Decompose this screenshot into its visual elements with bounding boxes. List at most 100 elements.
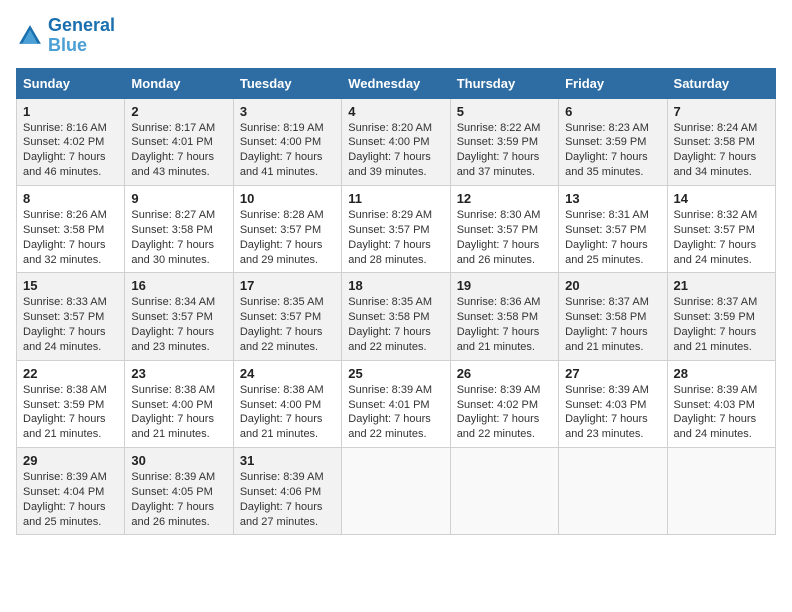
calendar-cell: 13 Sunrise: 8:31 AM Sunset: 3:57 PM Dayl…	[559, 185, 667, 272]
cell-content: Sunrise: 8:39 AM Sunset: 4:05 PM Dayligh…	[131, 470, 226, 529]
daylight-label: Daylight: 7 hours	[23, 501, 106, 513]
sunset-label: Sunset: 3:57 PM	[457, 224, 538, 236]
calendar-cell	[450, 448, 558, 535]
daylight-label: Daylight: 7 hours	[674, 151, 757, 163]
cell-content: Sunrise: 8:36 AM Sunset: 3:58 PM Dayligh…	[457, 295, 552, 354]
sunrise-label: Sunrise: 8:28 AM	[240, 209, 324, 221]
day-number: 19	[457, 278, 552, 293]
daylight-label: Daylight: 7 hours	[23, 239, 106, 251]
calendar-cell: 27 Sunrise: 8:39 AM Sunset: 4:03 PM Dayl…	[559, 360, 667, 447]
calendar-body: 1 Sunrise: 8:16 AM Sunset: 4:02 PM Dayli…	[17, 98, 776, 535]
cell-content: Sunrise: 8:35 AM Sunset: 3:57 PM Dayligh…	[240, 295, 335, 354]
daylight-label: Daylight: 7 hours	[131, 239, 214, 251]
calendar-cell: 16 Sunrise: 8:34 AM Sunset: 3:57 PM Dayl…	[125, 273, 233, 360]
calendar-cell	[559, 448, 667, 535]
sunset-label: Sunset: 4:01 PM	[131, 136, 212, 148]
daylight-minutes: and 46 minutes.	[23, 166, 101, 178]
daylight-minutes: and 29 minutes.	[240, 254, 318, 266]
sunrise-label: Sunrise: 8:17 AM	[131, 122, 215, 134]
sunset-label: Sunset: 3:59 PM	[565, 136, 646, 148]
day-number: 14	[674, 191, 769, 206]
sunrise-label: Sunrise: 8:24 AM	[674, 122, 758, 134]
sunrise-label: Sunrise: 8:38 AM	[240, 384, 324, 396]
day-number: 1	[23, 104, 118, 119]
daylight-minutes: and 24 minutes.	[23, 341, 101, 353]
sunset-label: Sunset: 3:59 PM	[674, 311, 755, 323]
calendar-table: SundayMondayTuesdayWednesdayThursdayFrid…	[16, 68, 776, 536]
calendar-week-row: 1 Sunrise: 8:16 AM Sunset: 4:02 PM Dayli…	[17, 98, 776, 185]
calendar-cell: 6 Sunrise: 8:23 AM Sunset: 3:59 PM Dayli…	[559, 98, 667, 185]
calendar-cell: 2 Sunrise: 8:17 AM Sunset: 4:01 PM Dayli…	[125, 98, 233, 185]
calendar-cell: 10 Sunrise: 8:28 AM Sunset: 3:57 PM Dayl…	[233, 185, 341, 272]
daylight-label: Daylight: 7 hours	[348, 326, 431, 338]
daylight-minutes: and 41 minutes.	[240, 166, 318, 178]
calendar-cell: 26 Sunrise: 8:39 AM Sunset: 4:02 PM Dayl…	[450, 360, 558, 447]
sunrise-label: Sunrise: 8:22 AM	[457, 122, 541, 134]
cell-content: Sunrise: 8:34 AM Sunset: 3:57 PM Dayligh…	[131, 295, 226, 354]
sunrise-label: Sunrise: 8:35 AM	[348, 296, 432, 308]
sunrise-label: Sunrise: 8:27 AM	[131, 209, 215, 221]
daylight-minutes: and 34 minutes.	[674, 166, 752, 178]
cell-content: Sunrise: 8:39 AM Sunset: 4:06 PM Dayligh…	[240, 470, 335, 529]
daylight-label: Daylight: 7 hours	[240, 413, 323, 425]
daylight-label: Daylight: 7 hours	[131, 326, 214, 338]
cell-content: Sunrise: 8:38 AM Sunset: 3:59 PM Dayligh…	[23, 383, 118, 442]
calendar-header-row: SundayMondayTuesdayWednesdayThursdayFrid…	[17, 68, 776, 98]
sunrise-label: Sunrise: 8:35 AM	[240, 296, 324, 308]
day-number: 21	[674, 278, 769, 293]
daylight-minutes: and 22 minutes.	[348, 341, 426, 353]
cell-content: Sunrise: 8:39 AM Sunset: 4:02 PM Dayligh…	[457, 383, 552, 442]
sunset-label: Sunset: 4:00 PM	[348, 136, 429, 148]
weekday-header-monday: Monday	[125, 68, 233, 98]
cell-content: Sunrise: 8:27 AM Sunset: 3:58 PM Dayligh…	[131, 208, 226, 267]
cell-content: Sunrise: 8:28 AM Sunset: 3:57 PM Dayligh…	[240, 208, 335, 267]
sunset-label: Sunset: 3:57 PM	[240, 311, 321, 323]
daylight-label: Daylight: 7 hours	[348, 413, 431, 425]
daylight-label: Daylight: 7 hours	[23, 413, 106, 425]
calendar-cell: 5 Sunrise: 8:22 AM Sunset: 3:59 PM Dayli…	[450, 98, 558, 185]
day-number: 13	[565, 191, 660, 206]
daylight-label: Daylight: 7 hours	[131, 501, 214, 513]
sunrise-label: Sunrise: 8:39 AM	[348, 384, 432, 396]
cell-content: Sunrise: 8:26 AM Sunset: 3:58 PM Dayligh…	[23, 208, 118, 267]
sunset-label: Sunset: 3:57 PM	[674, 224, 755, 236]
cell-content: Sunrise: 8:33 AM Sunset: 3:57 PM Dayligh…	[23, 295, 118, 354]
day-number: 28	[674, 366, 769, 381]
sunset-label: Sunset: 3:58 PM	[348, 311, 429, 323]
sunset-label: Sunset: 4:00 PM	[240, 399, 321, 411]
sunrise-label: Sunrise: 8:39 AM	[457, 384, 541, 396]
day-number: 15	[23, 278, 118, 293]
calendar-cell: 1 Sunrise: 8:16 AM Sunset: 4:02 PM Dayli…	[17, 98, 125, 185]
calendar-cell: 8 Sunrise: 8:26 AM Sunset: 3:58 PM Dayli…	[17, 185, 125, 272]
sunrise-label: Sunrise: 8:34 AM	[131, 296, 215, 308]
calendar-cell	[667, 448, 775, 535]
daylight-label: Daylight: 7 hours	[457, 413, 540, 425]
calendar-cell: 7 Sunrise: 8:24 AM Sunset: 3:58 PM Dayli…	[667, 98, 775, 185]
day-number: 25	[348, 366, 443, 381]
sunset-label: Sunset: 4:00 PM	[131, 399, 212, 411]
sunrise-label: Sunrise: 8:23 AM	[565, 122, 649, 134]
sunrise-label: Sunrise: 8:33 AM	[23, 296, 107, 308]
day-number: 8	[23, 191, 118, 206]
calendar-cell: 12 Sunrise: 8:30 AM Sunset: 3:57 PM Dayl…	[450, 185, 558, 272]
day-number: 7	[674, 104, 769, 119]
calendar-cell: 21 Sunrise: 8:37 AM Sunset: 3:59 PM Dayl…	[667, 273, 775, 360]
sunrise-label: Sunrise: 8:39 AM	[131, 471, 215, 483]
sunset-label: Sunset: 3:58 PM	[565, 311, 646, 323]
day-number: 4	[348, 104, 443, 119]
calendar-week-row: 29 Sunrise: 8:39 AM Sunset: 4:04 PM Dayl…	[17, 448, 776, 535]
day-number: 17	[240, 278, 335, 293]
sunrise-label: Sunrise: 8:38 AM	[131, 384, 215, 396]
calendar-cell: 3 Sunrise: 8:19 AM Sunset: 4:00 PM Dayli…	[233, 98, 341, 185]
logo-icon	[16, 22, 44, 50]
calendar-cell: 4 Sunrise: 8:20 AM Sunset: 4:00 PM Dayli…	[342, 98, 450, 185]
cell-content: Sunrise: 8:39 AM Sunset: 4:03 PM Dayligh…	[565, 383, 660, 442]
calendar-cell: 14 Sunrise: 8:32 AM Sunset: 3:57 PM Dayl…	[667, 185, 775, 272]
calendar-cell: 19 Sunrise: 8:36 AM Sunset: 3:58 PM Dayl…	[450, 273, 558, 360]
cell-content: Sunrise: 8:39 AM Sunset: 4:01 PM Dayligh…	[348, 383, 443, 442]
daylight-minutes: and 22 minutes.	[348, 428, 426, 440]
daylight-minutes: and 30 minutes.	[131, 254, 209, 266]
calendar-week-row: 22 Sunrise: 8:38 AM Sunset: 3:59 PM Dayl…	[17, 360, 776, 447]
calendar-cell: 28 Sunrise: 8:39 AM Sunset: 4:03 PM Dayl…	[667, 360, 775, 447]
cell-content: Sunrise: 8:16 AM Sunset: 4:02 PM Dayligh…	[23, 121, 118, 180]
